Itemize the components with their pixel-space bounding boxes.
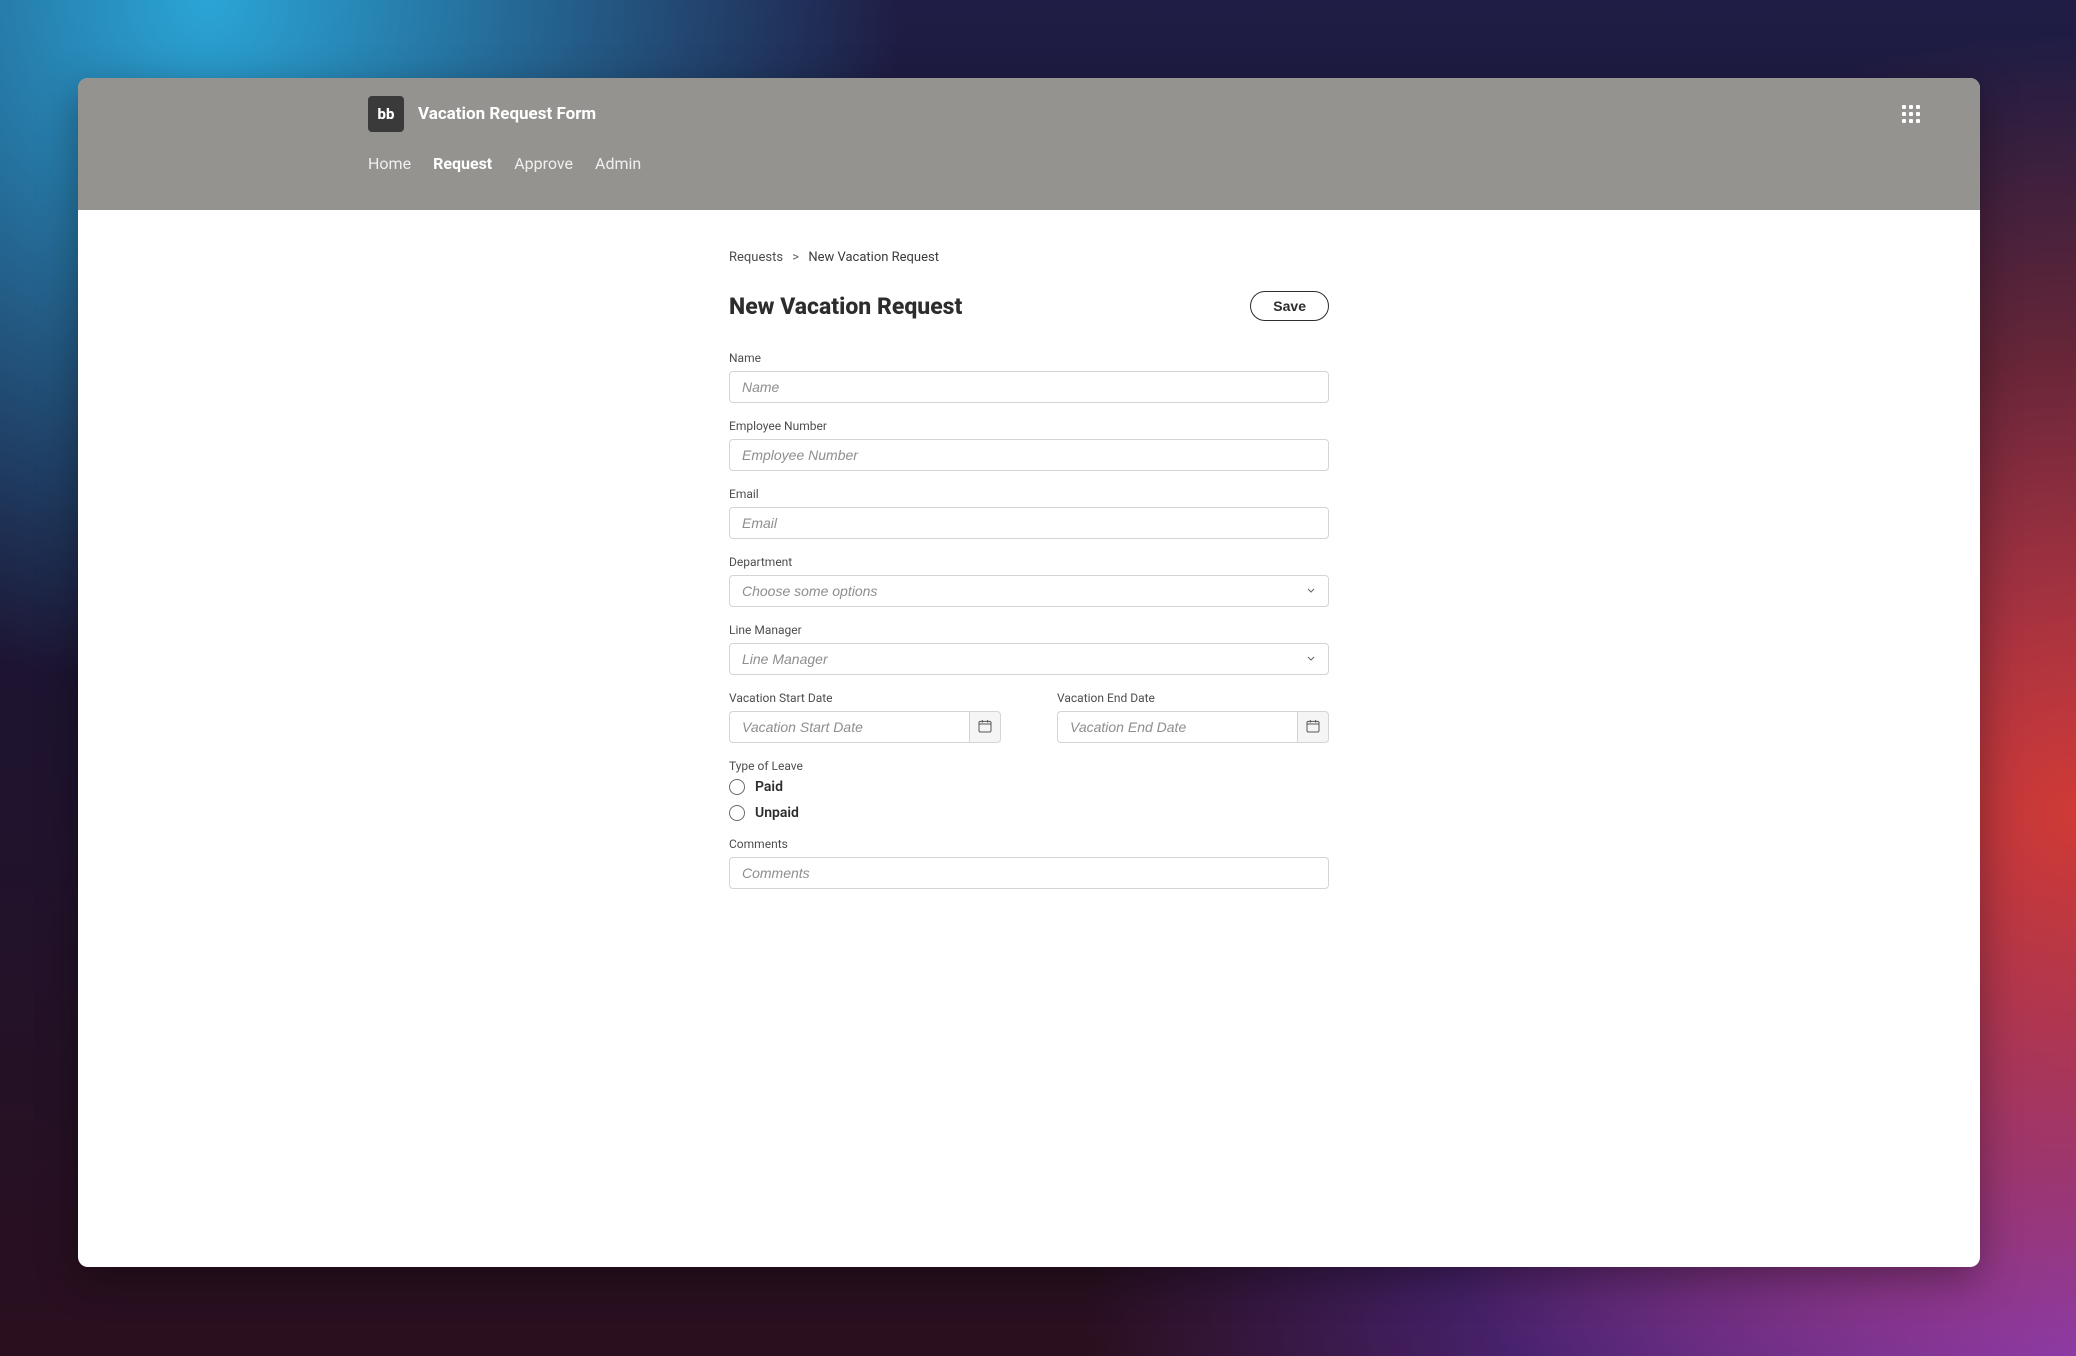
title-row: New Vacation Request Save [729,291,1329,321]
field-type-of-leave: Type of Leave Paid Unpaid [729,759,1329,821]
end-date-input[interactable] [1057,711,1297,743]
radio-unpaid[interactable]: Unpaid [729,805,1329,821]
app-header: bb Vacation Request Form Home Request Ap… [78,78,1980,210]
label-name: Name [729,351,1329,365]
date-row: Vacation Start Date Vacation End Date [729,691,1329,759]
label-end-date: Vacation End Date [1057,691,1329,705]
radio-paid-label: Paid [755,779,783,795]
apps-grid-icon[interactable] [1902,105,1920,123]
department-placeholder: Choose some options [742,583,877,599]
label-type-of-leave: Type of Leave [729,759,1329,773]
radio-icon [729,805,745,821]
label-employee-number: Employee Number [729,419,1329,433]
email-input[interactable] [729,507,1329,539]
logo-icon: bb [368,96,404,132]
brand: bb Vacation Request Form [368,96,596,132]
nav-approve[interactable]: Approve [514,150,573,173]
field-department: Department Choose some options [729,555,1329,607]
end-date-picker-button[interactable] [1297,711,1329,743]
field-email: Email [729,487,1329,539]
app-title: Vacation Request Form [418,104,596,124]
nav-request[interactable]: Request [433,150,492,173]
radio-unpaid-label: Unpaid [755,805,799,821]
calendar-icon [977,718,993,737]
nav-home[interactable]: Home [368,150,411,173]
app-window: bb Vacation Request Form Home Request Ap… [78,78,1980,1267]
field-comments: Comments [729,837,1329,889]
field-start-date: Vacation Start Date [729,691,1001,743]
field-employee-number: Employee Number [729,419,1329,471]
breadcrumb-current: New Vacation Request [808,250,939,265]
start-date-input[interactable] [729,711,969,743]
line-manager-placeholder: Line Manager [742,651,828,667]
start-date-picker-button[interactable] [969,711,1001,743]
header-top: bb Vacation Request Form [78,78,1940,150]
breadcrumb-separator: > [792,250,799,265]
radio-paid[interactable]: Paid [729,779,1329,795]
label-line-manager: Line Manager [729,623,1329,637]
page-title: New Vacation Request [729,293,962,320]
breadcrumb: Requests > New Vacation Request [729,250,1329,265]
save-button[interactable]: Save [1250,291,1329,321]
field-end-date: Vacation End Date [1057,691,1329,743]
label-start-date: Vacation Start Date [729,691,1001,705]
radio-icon [729,779,745,795]
nav-admin[interactable]: Admin [595,150,641,173]
breadcrumb-parent[interactable]: Requests [729,250,783,265]
primary-nav: Home Request Approve Admin [78,150,1940,210]
field-line-manager: Line Manager Line Manager [729,623,1329,675]
label-comments: Comments [729,837,1329,851]
comments-input[interactable] [729,857,1329,889]
field-name: Name [729,351,1329,403]
line-manager-select[interactable]: Line Manager [729,643,1329,675]
calendar-icon [1305,718,1321,737]
employee-number-input[interactable] [729,439,1329,471]
page-content: Requests > New Vacation Request New Vaca… [729,250,1329,889]
department-select[interactable]: Choose some options [729,575,1329,607]
name-input[interactable] [729,371,1329,403]
label-department: Department [729,555,1329,569]
label-email: Email [729,487,1329,501]
